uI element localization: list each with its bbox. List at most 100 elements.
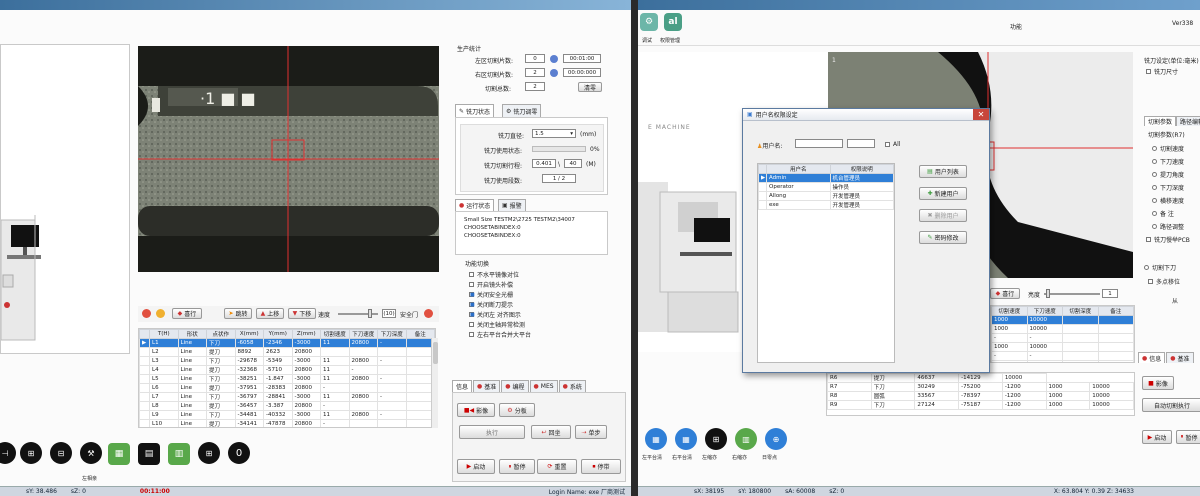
reset-button[interactable]: ⟳ 重置 bbox=[537, 459, 577, 474]
table-row[interactable]: L4 Line 提刀 -32368 -5710 20800 11- bbox=[139, 365, 435, 375]
debug-icon[interactable]: ⚙ bbox=[640, 13, 658, 31]
bottom-tab[interactable]: ● MES bbox=[529, 380, 558, 392]
param-radio[interactable]: 下刀速度 bbox=[1152, 155, 1184, 168]
tab-run-status[interactable]: ● 运行状态 bbox=[455, 199, 495, 211]
icon-btn-5[interactable]: ▦ bbox=[108, 443, 130, 465]
icon-btn-4[interactable]: ⚒ bbox=[80, 442, 102, 464]
table-row[interactable]: 100010000 bbox=[991, 342, 1134, 352]
function-toggle[interactable]: 关闭主轴异常检测 bbox=[469, 319, 531, 329]
right-start-button[interactable]: ▶ 启动 bbox=[1142, 430, 1172, 444]
param-radio[interactable]: 横移速度 bbox=[1152, 194, 1184, 207]
bottom-tab[interactable]: 信息 bbox=[452, 380, 473, 392]
all-checkbox[interactable] bbox=[885, 141, 890, 147]
table-row[interactable]: R8 圆弧 33567 -78397 -1200 1000 10000 bbox=[827, 391, 1134, 401]
tab-alarm[interactable]: ▣ 报警 bbox=[498, 199, 526, 211]
function-toggle[interactable]: ■ 关闭断刀提示 bbox=[469, 299, 531, 309]
table-row[interactable]: L7 Line 下刀 -36797 -28841 -3000 11 20800- bbox=[139, 392, 435, 402]
speed-slider[interactable] bbox=[338, 309, 378, 318]
function-toggle[interactable]: 不水平镜像对位 bbox=[469, 269, 531, 279]
param-radio[interactable]: 备 注 bbox=[1152, 207, 1184, 220]
single-step-button[interactable]: ⇢ 单步 bbox=[575, 425, 607, 439]
bottom-icon-button[interactable]: ⊞ 左缩亦 bbox=[702, 428, 730, 468]
permission-icon[interactable]: al bbox=[664, 13, 682, 31]
right-image-button[interactable]: ■ 影像 bbox=[1142, 376, 1174, 390]
bottom-icon-button[interactable]: ▦ 左平台清 bbox=[642, 428, 670, 468]
user-list-button[interactable]: ▤ 用户列表 bbox=[919, 165, 967, 178]
stop-button[interactable]: ⏹ 停带 bbox=[581, 459, 621, 474]
param-radio[interactable]: 切割速度 bbox=[1152, 142, 1184, 155]
move-down-button[interactable]: ▼ 下移 bbox=[288, 308, 316, 319]
table-row[interactable]: L3 Line 下刀 -29678 -5349 -3000 11 20800- bbox=[139, 356, 435, 366]
analysis-button[interactable]: ⚙ 分板 bbox=[499, 403, 535, 417]
right-pause-button[interactable]: ⏸ 暂停 bbox=[1176, 430, 1200, 444]
table-row[interactable]: 100010000 bbox=[991, 360, 1134, 362]
right-tab[interactable]: ● 基准 bbox=[1166, 352, 1194, 363]
function-checkbox[interactable] bbox=[469, 321, 474, 327]
table-row[interactable]: L6 Line 提刀 -37951 -28383 20800- bbox=[139, 383, 435, 393]
dialog-close-button[interactable]: ✕ bbox=[973, 109, 989, 120]
new-user-button[interactable]: ✚ 新建用户 bbox=[919, 187, 967, 200]
user-row[interactable]: exe 开发管理员 bbox=[758, 200, 894, 210]
move-up-button[interactable]: ▲ 上移 bbox=[256, 308, 284, 319]
execute-button[interactable]: 执行 bbox=[459, 425, 525, 439]
function-checkbox[interactable] bbox=[469, 331, 474, 337]
user-row[interactable]: ▶ Admin 机台管理员 bbox=[758, 173, 894, 183]
table-row[interactable]: R9 下刀 27124 -75187 -1200 1000 10000 bbox=[827, 400, 1134, 410]
delete-user-button[interactable]: ✖ 删除用户 bbox=[919, 209, 967, 222]
function-toggle[interactable]: ■ 关闭安全光栅 bbox=[469, 289, 531, 299]
clear-count-button[interactable]: 清零 bbox=[578, 82, 602, 92]
table-row[interactable]: L2 Line 提刀 8892 2623 20800 bbox=[139, 347, 435, 357]
tool-life-total[interactable]: 40 bbox=[564, 159, 582, 168]
icon-btn-2[interactable]: ⊞ bbox=[20, 442, 42, 464]
table-row[interactable]: -- bbox=[991, 351, 1134, 361]
right-brightness-slider[interactable] bbox=[1044, 289, 1100, 298]
tool-diameter-select[interactable]: 1.5 ▾ bbox=[532, 129, 576, 138]
function-toggle[interactable]: 开启镜头补偿 bbox=[469, 279, 531, 289]
function-checkbox[interactable]: ■ bbox=[469, 291, 475, 297]
change-password-button[interactable]: ✎ 密码修改 bbox=[919, 231, 967, 244]
icon-btn-8[interactable]: ⊞ bbox=[198, 442, 220, 464]
param-radio[interactable]: 提刀角度 bbox=[1152, 168, 1184, 181]
right-tab[interactable]: ● 信息 bbox=[1138, 352, 1166, 363]
user-row[interactable]: Operator 操作员 bbox=[758, 182, 894, 192]
function-checkbox[interactable]: ■ bbox=[469, 301, 475, 307]
image-button[interactable]: ■◀ 影像 bbox=[457, 403, 495, 417]
table-row[interactable]: L9 Line 下刀 -34481 -40332 -3000 11 20800- bbox=[139, 410, 435, 420]
username-input-2[interactable] bbox=[847, 139, 875, 148]
username-input[interactable] bbox=[795, 139, 843, 148]
camera-view[interactable]: ·1 ■ ■ bbox=[138, 46, 439, 272]
auto-cut-button[interactable]: 自动切割执行 bbox=[1142, 398, 1200, 412]
path-table-scrollbar[interactable] bbox=[431, 338, 438, 428]
table-row[interactable]: -- bbox=[991, 333, 1134, 343]
bottom-icon-button[interactable]: ⊕ 日零点 bbox=[762, 428, 790, 468]
param-radio[interactable]: 下刀深度 bbox=[1152, 181, 1184, 194]
tab-cut-params[interactable]: 切割参数 bbox=[1144, 116, 1177, 126]
table-row[interactable]: L5 Line 下刀 -38251 -1.847 -3000 11 20800- bbox=[139, 374, 435, 384]
tab-path-edit[interactable]: 路径编辑 bbox=[1176, 116, 1200, 126]
table-row[interactable]: R7 下刀 30249 -75200 -1200 1000 10000 bbox=[827, 382, 1134, 392]
start-button[interactable]: ▶ 启动 bbox=[457, 459, 495, 474]
jump-button[interactable]: ➤ 跳转 bbox=[224, 308, 252, 319]
function-checkbox[interactable]: ■ bbox=[469, 311, 475, 317]
bottom-icon-button[interactable]: ▦ 右平台清 bbox=[672, 428, 700, 468]
table-row[interactable]: R6 提刀 46637 -14129 10000 bbox=[827, 373, 1134, 383]
table-row[interactable]: 100010000 bbox=[991, 324, 1134, 334]
function-toggle[interactable]: ■ 关闭左 对齐图示 bbox=[469, 309, 531, 319]
function-checkbox[interactable] bbox=[469, 281, 474, 287]
bottom-tab[interactable]: ● 基准 bbox=[473, 380, 501, 392]
bottom-tab[interactable]: ● 编程 bbox=[501, 380, 529, 392]
icon-btn-1[interactable]: ⊣ bbox=[0, 442, 16, 464]
function-checkbox[interactable] bbox=[469, 271, 474, 277]
pause-button[interactable]: ⏸ 暂停 bbox=[499, 459, 535, 474]
return-button[interactable]: ↩ 回坐 bbox=[531, 425, 571, 439]
icon-btn-3[interactable]: ⊟ bbox=[50, 442, 72, 464]
table-row[interactable]: 100010000 bbox=[991, 315, 1134, 325]
param-radio[interactable]: 路径调整 bbox=[1152, 220, 1184, 233]
bottom-tab[interactable]: ● 系统 bbox=[558, 380, 586, 392]
right-row-button[interactable]: ◆ 喜行 bbox=[990, 288, 1020, 299]
bottom-icon-button[interactable]: ▥ 右缩亦 bbox=[732, 428, 760, 468]
row-button[interactable]: ◆ 喜行 bbox=[172, 308, 202, 319]
table-row[interactable]: L8 Line 提刀 -36457 -3.387 20800- bbox=[139, 401, 435, 411]
icon-btn-9[interactable]: 0 bbox=[228, 442, 250, 464]
tab-tool-status[interactable]: ✎ 铣刀状态 bbox=[455, 104, 495, 117]
